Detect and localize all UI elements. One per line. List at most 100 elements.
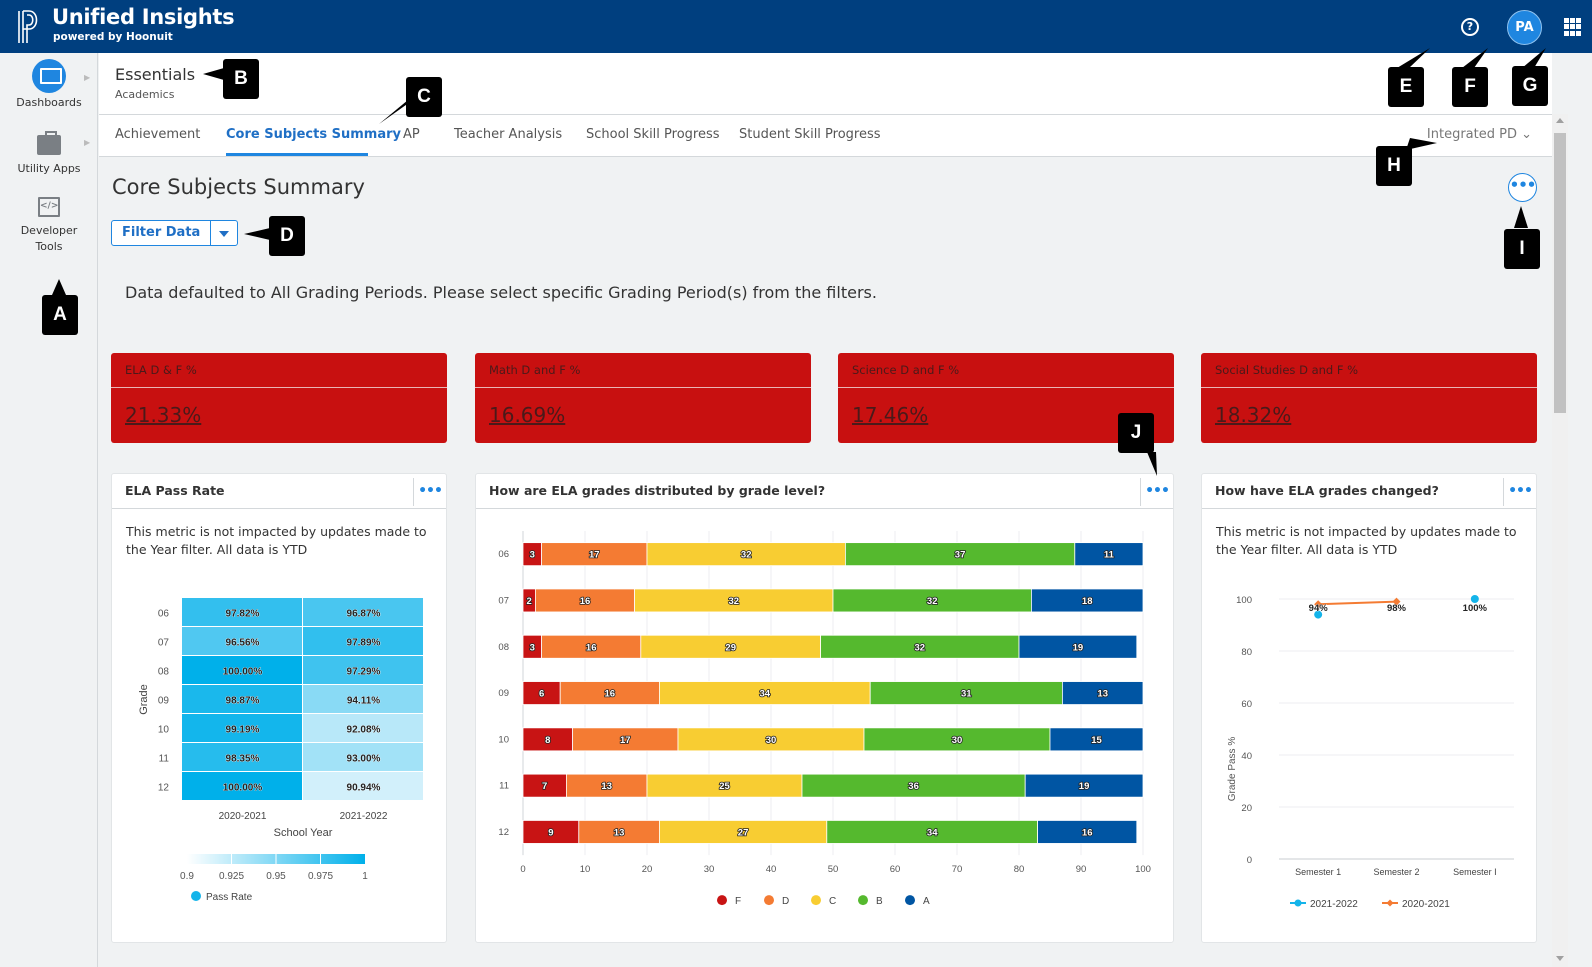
card-note: This metric is not impacted by updates m… <box>126 524 427 557</box>
heatmap-y-tick: 12 <box>158 783 170 794</box>
kpi-social-studies-df[interactable]: Social Studies D and F % 18.32% <box>1201 353 1537 443</box>
bar-data-label: 37 <box>955 550 966 561</box>
kpi-value[interactable]: 18.32% <box>1215 403 1291 427</box>
series-line-2020-2021 <box>1318 600 1397 606</box>
legend-marker-f <box>717 895 727 906</box>
bar-data-label: 7 <box>542 781 547 792</box>
kpi-value[interactable]: 16.69% <box>489 403 565 427</box>
card-more-options-button[interactable]: ••• <box>1140 478 1173 506</box>
bar-data-label: 3 <box>530 550 535 561</box>
callout-label-b: B <box>223 59 259 99</box>
page-title: Core Subjects Summary <box>112 175 365 199</box>
y-tick-label: 06 <box>498 549 509 560</box>
card-header: How have ELA grades changed? ••• <box>1202 474 1536 509</box>
card-more-options-button[interactable]: ••• <box>1503 478 1536 506</box>
x-tick-label: 100 <box>1135 864 1151 875</box>
top-navbar: Unified Insights powered by Hoonuit ? PA <box>0 0 1592 53</box>
heatmap-y-tick: 07 <box>158 638 170 649</box>
x-tick-label: 90 <box>1076 864 1087 875</box>
sidebar-item-label: Developer Tools <box>20 224 78 253</box>
grade-distribution-chart: 0 10 20 30 40 50 60 70 80 90 10006 3 17 32 37 1107 2 16 32… <box>498 531 1151 907</box>
bar-data-label: 19 <box>1073 642 1084 653</box>
legend-label-d: D <box>782 896 789 907</box>
bar-data-label: 13 <box>1097 689 1108 700</box>
card-ela-pass-rate: ELA Pass Rate ••• This metric is not imp… <box>111 473 447 943</box>
help-icon[interactable]: ? <box>1461 18 1479 36</box>
kpi-value[interactable]: 17.46% <box>852 403 928 427</box>
callout-pointer-d <box>244 228 270 240</box>
heatmap-y-tick: 08 <box>158 667 170 678</box>
kpi-title: ELA D & F % <box>125 363 197 377</box>
chevron-right-icon: ▶ <box>84 138 91 147</box>
x-tick-label: 50 <box>828 864 839 875</box>
bar-data-label: 32 <box>927 596 938 607</box>
x-tick-label: 20 <box>642 864 653 875</box>
page-scrollbar[interactable] <box>1552 114 1568 967</box>
caret-down-icon[interactable] <box>211 221 237 245</box>
tab-school-skill-progress[interactable]: School Skill Progress <box>586 127 720 142</box>
legend-label-b: B <box>876 896 883 907</box>
bar-data-label: 34 <box>760 689 771 700</box>
filter-data-label[interactable]: Filter Data <box>112 221 212 245</box>
tab-achievement[interactable]: Achievement <box>115 127 200 142</box>
card-more-options-button[interactable]: ••• <box>413 478 446 506</box>
sidebar-item-developer-tools[interactable]: </> Developer Tools <box>0 197 98 255</box>
y-tick-label: 80 <box>1241 647 1252 658</box>
tab-ap[interactable]: AP <box>403 127 420 142</box>
bar-data-label: 9 <box>548 827 553 838</box>
scroll-down-arrow-icon[interactable] <box>1556 956 1564 961</box>
heatmap-cell-label: 97.82% <box>226 609 260 620</box>
heatmap-cell-label: 94.11% <box>347 696 380 707</box>
sidebar-item-dashboards[interactable]: Dashboards <box>0 59 98 111</box>
heatmap-cell-label: 100.00% <box>223 667 263 678</box>
heatmap-cell-label: 90.94% <box>347 783 381 794</box>
card-header: ELA Pass Rate ••• <box>112 474 446 509</box>
kpi-math-df[interactable]: Math D and F % 16.69% <box>475 353 811 443</box>
callout-label-a: A <box>42 295 78 335</box>
kpi-ela-df[interactable]: ELA D & F % 21.33% <box>111 353 447 443</box>
user-avatar[interactable]: PA <box>1507 10 1542 45</box>
x-tick-label: Semester I <box>1453 867 1497 877</box>
integrated-pd-dropdown[interactable]: Integrated PD ⌄ <box>1427 127 1532 142</box>
app-subtitle: Academics <box>115 88 175 101</box>
bar-data-label: 31 <box>961 689 972 700</box>
bar-data-label: 29 <box>725 642 736 653</box>
tab-teacher-analysis[interactable]: Teacher Analysis <box>454 127 562 142</box>
y-tick-label: 07 <box>498 595 509 606</box>
bar-data-label: 3 <box>530 642 535 653</box>
app-grid-icon[interactable] <box>1564 18 1582 36</box>
scrollbar-thumb[interactable] <box>1554 133 1566 413</box>
card-title: How have ELA grades changed? <box>1215 483 1439 498</box>
data-label: 98% <box>1387 603 1407 614</box>
tab-bar: Achievement Core Subjects Summary AP Tea… <box>99 114 1552 157</box>
tab-student-skill-progress[interactable]: Student Skill Progress <box>739 127 881 142</box>
kpi-value[interactable]: 21.33% <box>125 403 201 427</box>
x-tick-label: 40 <box>766 864 777 875</box>
app-header: Essentials Academics <box>99 53 1552 114</box>
heatmap-cell-label: 96.56% <box>226 638 260 649</box>
heatmap-x-axis-label: School Year <box>274 827 333 839</box>
bar-data-label: 16 <box>586 642 597 653</box>
y-tick-label: 12 <box>498 827 509 838</box>
bar-data-label: 32 <box>915 642 926 653</box>
brand-title: Unified Insights <box>52 5 235 29</box>
dashboard-monitor-icon <box>32 59 66 93</box>
filter-data-button[interactable]: Filter Data <box>111 220 239 246</box>
card-title: How are ELA grades distributed by grade … <box>489 483 826 498</box>
bar-data-label: 13 <box>601 781 612 792</box>
sidebar: Dashboards ▶ Utility Apps ▶ </> Develope… <box>0 53 98 967</box>
legend-marker-2020-2021 <box>1386 899 1394 907</box>
bar-data-label: 16 <box>605 689 616 700</box>
legend-label-pass-rate: Pass Rate <box>206 892 253 903</box>
heatmap-cell-label: 93.00% <box>347 754 381 765</box>
tab-core-subjects-summary[interactable]: Core Subjects Summary <box>226 127 401 142</box>
x-tick-label: Semester 1 <box>1295 867 1341 877</box>
kpi-divider <box>111 387 447 388</box>
page-more-options-button[interactable]: ••• <box>1508 173 1537 202</box>
color-scale-tick: 0.925 <box>219 871 244 882</box>
bar-data-label: 30 <box>952 735 963 746</box>
bar-data-label: 15 <box>1091 735 1102 746</box>
scroll-up-arrow-icon[interactable] <box>1556 118 1564 123</box>
callout-pointer-i <box>1514 206 1528 228</box>
grading-period-notice: Data defaulted to All Grading Periods. P… <box>125 283 877 302</box>
